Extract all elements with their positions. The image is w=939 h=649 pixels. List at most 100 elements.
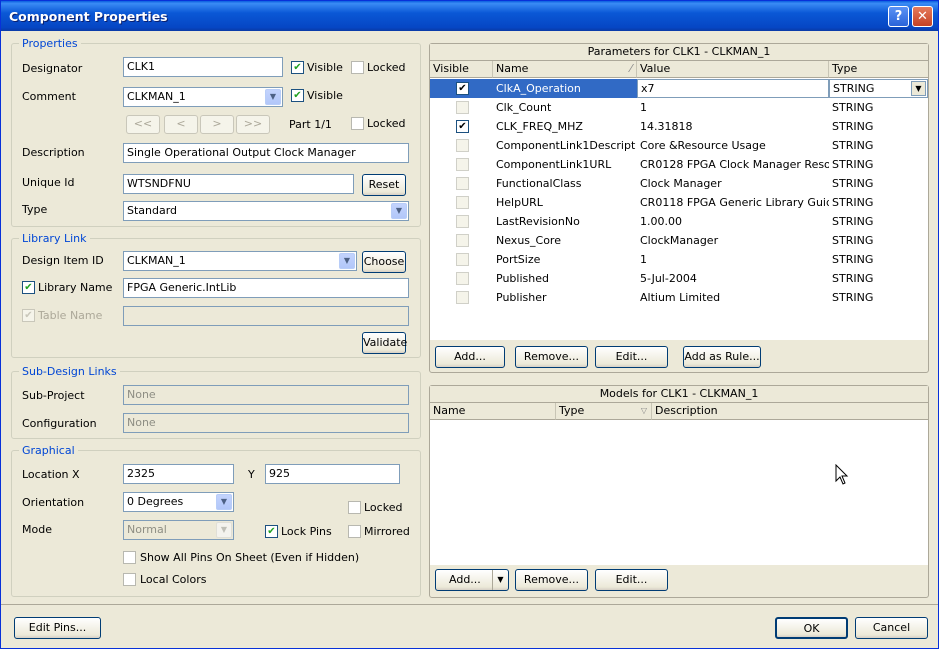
prev-part-button[interactable]: < bbox=[164, 115, 198, 134]
parameter-type-text: STRING bbox=[832, 234, 874, 247]
parameter-row[interactable]: LastRevisionNo 1.00.00 STRING bbox=[430, 212, 927, 231]
reset-button[interactable]: Reset bbox=[362, 174, 406, 196]
parameter-visible-checkbox[interactable] bbox=[456, 234, 469, 247]
model-remove-button[interactable]: Remove... bbox=[515, 569, 588, 591]
parameter-row[interactable]: Published 5-Jul-2004 STRING bbox=[430, 269, 927, 288]
parameter-value: ClockManager bbox=[640, 234, 719, 247]
mirrored-checkbox[interactable] bbox=[348, 525, 361, 538]
param-edit-button[interactable]: Edit... bbox=[595, 346, 668, 368]
param-remove-button[interactable]: Remove... bbox=[515, 346, 588, 368]
parameter-type[interactable]: STRING ▼ bbox=[829, 79, 928, 98]
chevron-down-icon[interactable]: ▼ bbox=[492, 570, 508, 590]
design-item-label: Design Item ID bbox=[22, 254, 104, 267]
parameter-type: STRING bbox=[829, 155, 928, 174]
add-as-rule-button[interactable]: Add as Rule... bbox=[683, 346, 761, 368]
cancel-button[interactable]: Cancel bbox=[855, 617, 928, 639]
library-name-checkbox[interactable]: ✔ bbox=[22, 281, 35, 294]
column-header-name[interactable]: Name ⁄ bbox=[493, 61, 637, 78]
first-part-button[interactable]: << bbox=[126, 115, 160, 134]
choose-button[interactable]: Choose bbox=[362, 251, 406, 273]
parameter-visible-checkbox[interactable] bbox=[456, 272, 469, 285]
next-part-button[interactable]: > bbox=[200, 115, 234, 134]
design-item-select[interactable]: CLKMAN_1 ▼ bbox=[123, 251, 357, 271]
parameter-visible-checkbox[interactable] bbox=[456, 177, 469, 190]
design-item-value: CLKMAN_1 bbox=[127, 254, 186, 267]
part-locked-checkbox[interactable] bbox=[351, 117, 364, 130]
help-button[interactable]: ? bbox=[888, 6, 909, 27]
models-column-description[interactable]: Description bbox=[652, 403, 928, 420]
parameter-row[interactable]: ✔ CLK_FREQ_MHZ 14.31818 STRING bbox=[430, 117, 927, 136]
column-header-value[interactable]: Value bbox=[637, 61, 829, 78]
library-name-input[interactable]: FPGA Generic.IntLib bbox=[123, 278, 409, 298]
location-x-input[interactable]: 2325 bbox=[123, 464, 234, 484]
parameter-value[interactable]: x7 bbox=[637, 79, 829, 98]
show-all-pins-checkbox[interactable] bbox=[123, 551, 136, 564]
parameter-visible-checkbox[interactable]: ✔ bbox=[456, 82, 469, 95]
table-name-input bbox=[123, 306, 409, 326]
chevron-down-icon[interactable]: ▼ bbox=[391, 203, 407, 219]
unique-id-input[interactable]: WTSNDFNU bbox=[123, 174, 354, 194]
parameter-row[interactable]: FunctionalClass Clock Manager STRING bbox=[430, 174, 927, 193]
type-label: Type bbox=[22, 203, 48, 216]
models-column-name[interactable]: Name bbox=[430, 403, 556, 420]
type-select[interactable]: Standard ▼ bbox=[123, 201, 409, 221]
chevron-down-icon[interactable]: ▼ bbox=[265, 89, 281, 105]
designator-locked-checkbox[interactable] bbox=[351, 61, 364, 74]
parameter-visible-checkbox[interactable] bbox=[456, 158, 469, 171]
parameter-visible-checkbox[interactable] bbox=[456, 196, 469, 209]
ok-button[interactable]: OK bbox=[775, 617, 848, 639]
title-bar[interactable]: Component Properties ? ✕ bbox=[1, 1, 938, 31]
parameter-row[interactable]: Clk_Count 1 STRING bbox=[430, 98, 927, 117]
chevron-down-icon[interactable]: ▼ bbox=[911, 81, 926, 96]
graphical-locked-checkbox[interactable] bbox=[348, 501, 361, 514]
model-edit-button[interactable]: Edit... bbox=[595, 569, 668, 591]
mouse-cursor-icon bbox=[835, 464, 849, 485]
parameter-row[interactable]: ✔ ClkA_Operation x7 STRING ▼ bbox=[430, 79, 928, 98]
column-header-type[interactable]: Type bbox=[829, 61, 928, 78]
parameter-visible-checkbox[interactable] bbox=[456, 101, 469, 114]
close-button[interactable]: ✕ bbox=[912, 6, 933, 27]
description-input[interactable]: Single Operational Output Clock Manager bbox=[123, 143, 409, 163]
parameter-type: STRING bbox=[829, 117, 928, 136]
comment-visible-checkbox[interactable]: ✔ bbox=[291, 89, 304, 102]
location-x-label: Location X bbox=[22, 468, 80, 481]
parameter-visible-checkbox[interactable] bbox=[456, 139, 469, 152]
models-column-type[interactable]: Type ▽ bbox=[556, 403, 652, 420]
column-header-visible[interactable]: Visible bbox=[430, 61, 493, 78]
orientation-select[interactable]: 0 Degrees ▼ bbox=[123, 492, 234, 512]
parameter-visible-checkbox[interactable]: ✔ bbox=[456, 120, 469, 133]
last-part-button[interactable]: >> bbox=[236, 115, 270, 134]
model-add-split-button[interactable]: Add... ▼ bbox=[435, 569, 509, 591]
comment-select[interactable]: CLKMAN_1 ▼ bbox=[123, 87, 283, 107]
comment-label: Comment bbox=[22, 90, 76, 103]
parameter-row[interactable]: Publisher Altium Limited STRING bbox=[430, 288, 927, 307]
comment-visible-label: Visible bbox=[307, 89, 343, 102]
chevron-down-icon[interactable]: ▼ bbox=[216, 494, 232, 510]
library-link-legend: Library Link bbox=[19, 232, 90, 245]
parameter-visible-checkbox[interactable] bbox=[456, 291, 469, 304]
parameter-visible-checkbox[interactable] bbox=[456, 215, 469, 228]
parameter-type: STRING bbox=[829, 250, 928, 269]
edit-pins-button[interactable]: Edit Pins... bbox=[14, 617, 101, 639]
param-add-button[interactable]: Add... bbox=[435, 346, 505, 368]
local-colors-checkbox[interactable] bbox=[123, 573, 136, 586]
parameter-row[interactable]: Nexus_Core ClockManager STRING bbox=[430, 231, 927, 250]
parameter-type-text: STRING bbox=[832, 291, 874, 304]
parameter-row[interactable]: PortSize 1 STRING bbox=[430, 250, 927, 269]
parameter-type: STRING bbox=[829, 174, 928, 193]
orientation-value: 0 Degrees bbox=[127, 495, 184, 508]
parameter-row[interactable]: ComponentLink1URL CR0128 FPGA Clock Manag… bbox=[430, 155, 927, 174]
models-column-type-label: Type bbox=[559, 404, 585, 417]
parameter-row[interactable]: HelpURL CR0118 FPGA Generic Library Guide… bbox=[430, 193, 927, 212]
validate-button[interactable]: Validate bbox=[362, 332, 407, 354]
lock-pins-label: Lock Pins bbox=[281, 525, 332, 538]
designator-visible-checkbox[interactable]: ✔ bbox=[291, 61, 304, 74]
parameter-visible-checkbox[interactable] bbox=[456, 253, 469, 266]
parameter-row[interactable]: ComponentLink1Description Core &Resource … bbox=[430, 136, 927, 155]
chevron-down-icon[interactable]: ▼ bbox=[339, 253, 355, 269]
parameter-value: 1.00.00 bbox=[640, 215, 682, 228]
location-y-input[interactable]: 925 bbox=[265, 464, 400, 484]
designator-input[interactable]: CLK1 bbox=[123, 57, 283, 77]
lock-pins-checkbox[interactable]: ✔ bbox=[265, 525, 278, 538]
parameter-name: ComponentLink1Description bbox=[496, 139, 636, 152]
